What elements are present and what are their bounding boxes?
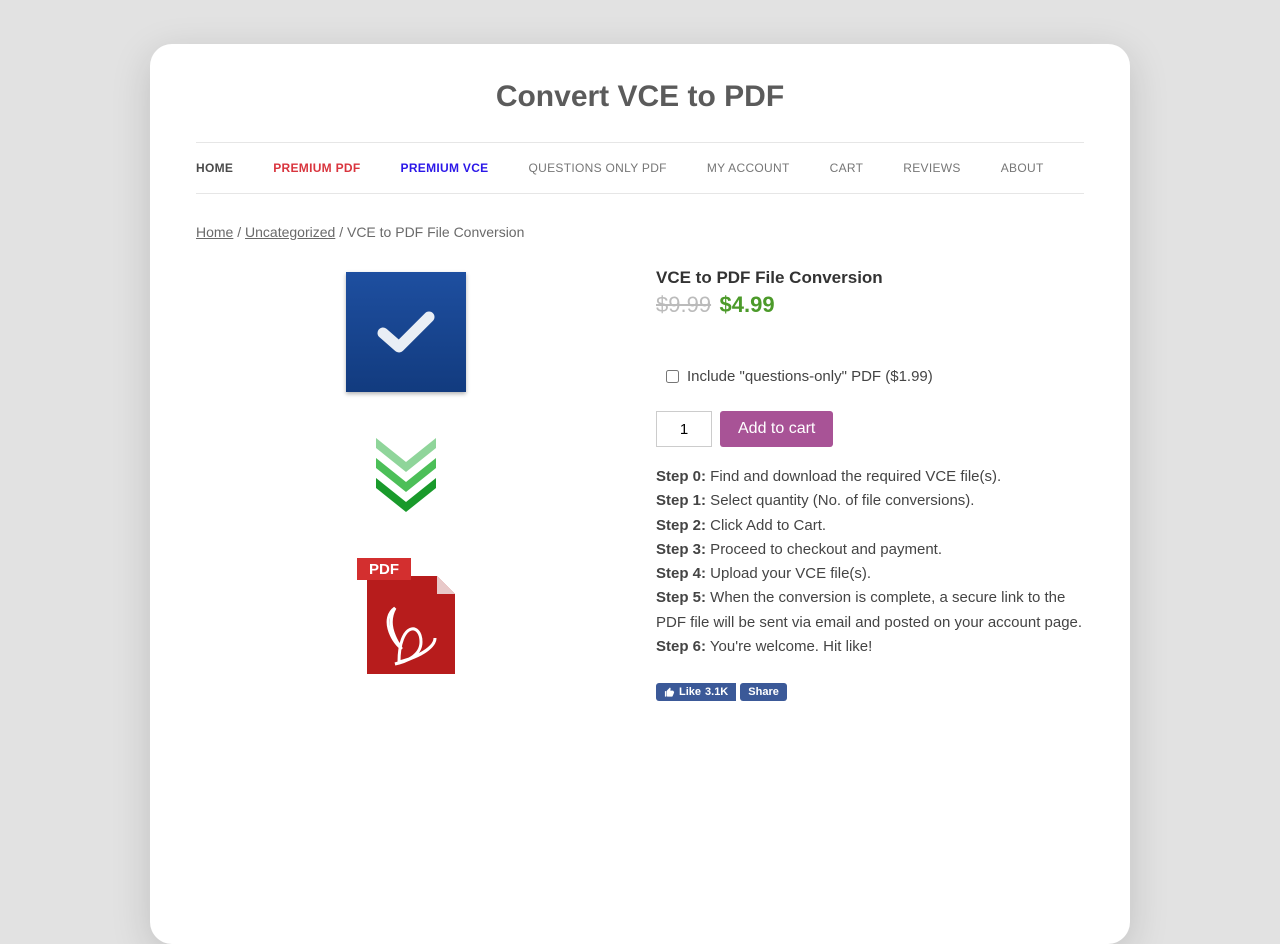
quantity-input[interactable]: [656, 411, 712, 447]
thumbs-up-icon: [664, 687, 675, 698]
nav-about[interactable]: ABOUT: [1001, 161, 1044, 175]
sale-price: $4.99: [720, 292, 775, 317]
breadcrumb-current: VCE to PDF File Conversion: [347, 224, 524, 240]
main-nav: HOME PREMIUM PDF PREMIUM VCE QUESTIONS O…: [196, 142, 1084, 194]
pdf-file-icon: PDF: [351, 552, 461, 682]
breadcrumb-sep: /: [335, 224, 347, 240]
step-line: Step 6: You're welcome. Hit like!: [656, 635, 1084, 659]
instruction-steps: Step 0: Find and download the required V…: [656, 465, 1084, 659]
fb-like-button[interactable]: Like 3.1K: [656, 683, 736, 701]
add-to-cart-button[interactable]: Add to cart: [720, 411, 833, 447]
step-line: Step 4: Upload your VCE file(s).: [656, 562, 1084, 586]
facebook-widget: Like 3.1K Share: [656, 683, 1084, 701]
addon-checkbox[interactable]: [666, 370, 679, 383]
cart-row: Add to cart: [656, 411, 1084, 447]
nav-premium-pdf[interactable]: PREMIUM PDF: [273, 161, 360, 175]
site-title: Convert VCE to PDF: [196, 80, 1084, 114]
product-summary: VCE to PDF File Conversion $9.99 $4.99 I…: [656, 268, 1084, 701]
step-line: Step 1: Select quantity (No. of file con…: [656, 489, 1084, 513]
page-card: Convert VCE to PDF HOME PREMIUM PDF PREM…: [150, 44, 1130, 944]
breadcrumb: Home / Uncategorized / VCE to PDF File C…: [196, 224, 1084, 240]
breadcrumb-category[interactable]: Uncategorized: [245, 224, 335, 240]
nav-cart[interactable]: CART: [830, 161, 864, 175]
nav-reviews[interactable]: REVIEWS: [903, 161, 960, 175]
price-row: $9.99 $4.99: [656, 292, 1084, 318]
step-line: Step 0: Find and download the required V…: [656, 465, 1084, 489]
step-line: Step 5: When the conversion is complete,…: [656, 586, 1084, 635]
breadcrumb-sep: /: [233, 224, 245, 240]
fb-like-label: Like: [679, 686, 701, 698]
fb-like-count: 3.1K: [705, 686, 728, 698]
nav-home[interactable]: HOME: [196, 161, 233, 175]
fb-share-button[interactable]: Share: [740, 683, 787, 701]
svg-text:PDF: PDF: [369, 561, 399, 578]
step-line: Step 3: Proceed to checkout and payment.: [656, 538, 1084, 562]
product-gallery: PDF: [196, 268, 616, 701]
step-line: Step 2: Click Add to Cart.: [656, 514, 1084, 538]
nav-my-account[interactable]: MY ACCOUNT: [707, 161, 790, 175]
addon-questions-only[interactable]: Include "questions-only" PDF ($1.99): [656, 368, 1084, 385]
breadcrumb-home[interactable]: Home: [196, 224, 233, 240]
addon-label: Include "questions-only" PDF ($1.99): [687, 368, 933, 385]
down-arrows-icon: [366, 432, 446, 512]
nav-questions-only-pdf[interactable]: QUESTIONS ONLY PDF: [529, 161, 667, 175]
product-title: VCE to PDF File Conversion: [656, 268, 1084, 288]
vce-check-icon: [346, 272, 466, 392]
product-area: PDF VCE to PDF File Conversion $9.99 $4.…: [196, 268, 1084, 701]
old-price: $9.99: [656, 292, 711, 317]
nav-premium-vce[interactable]: PREMIUM VCE: [401, 161, 489, 175]
